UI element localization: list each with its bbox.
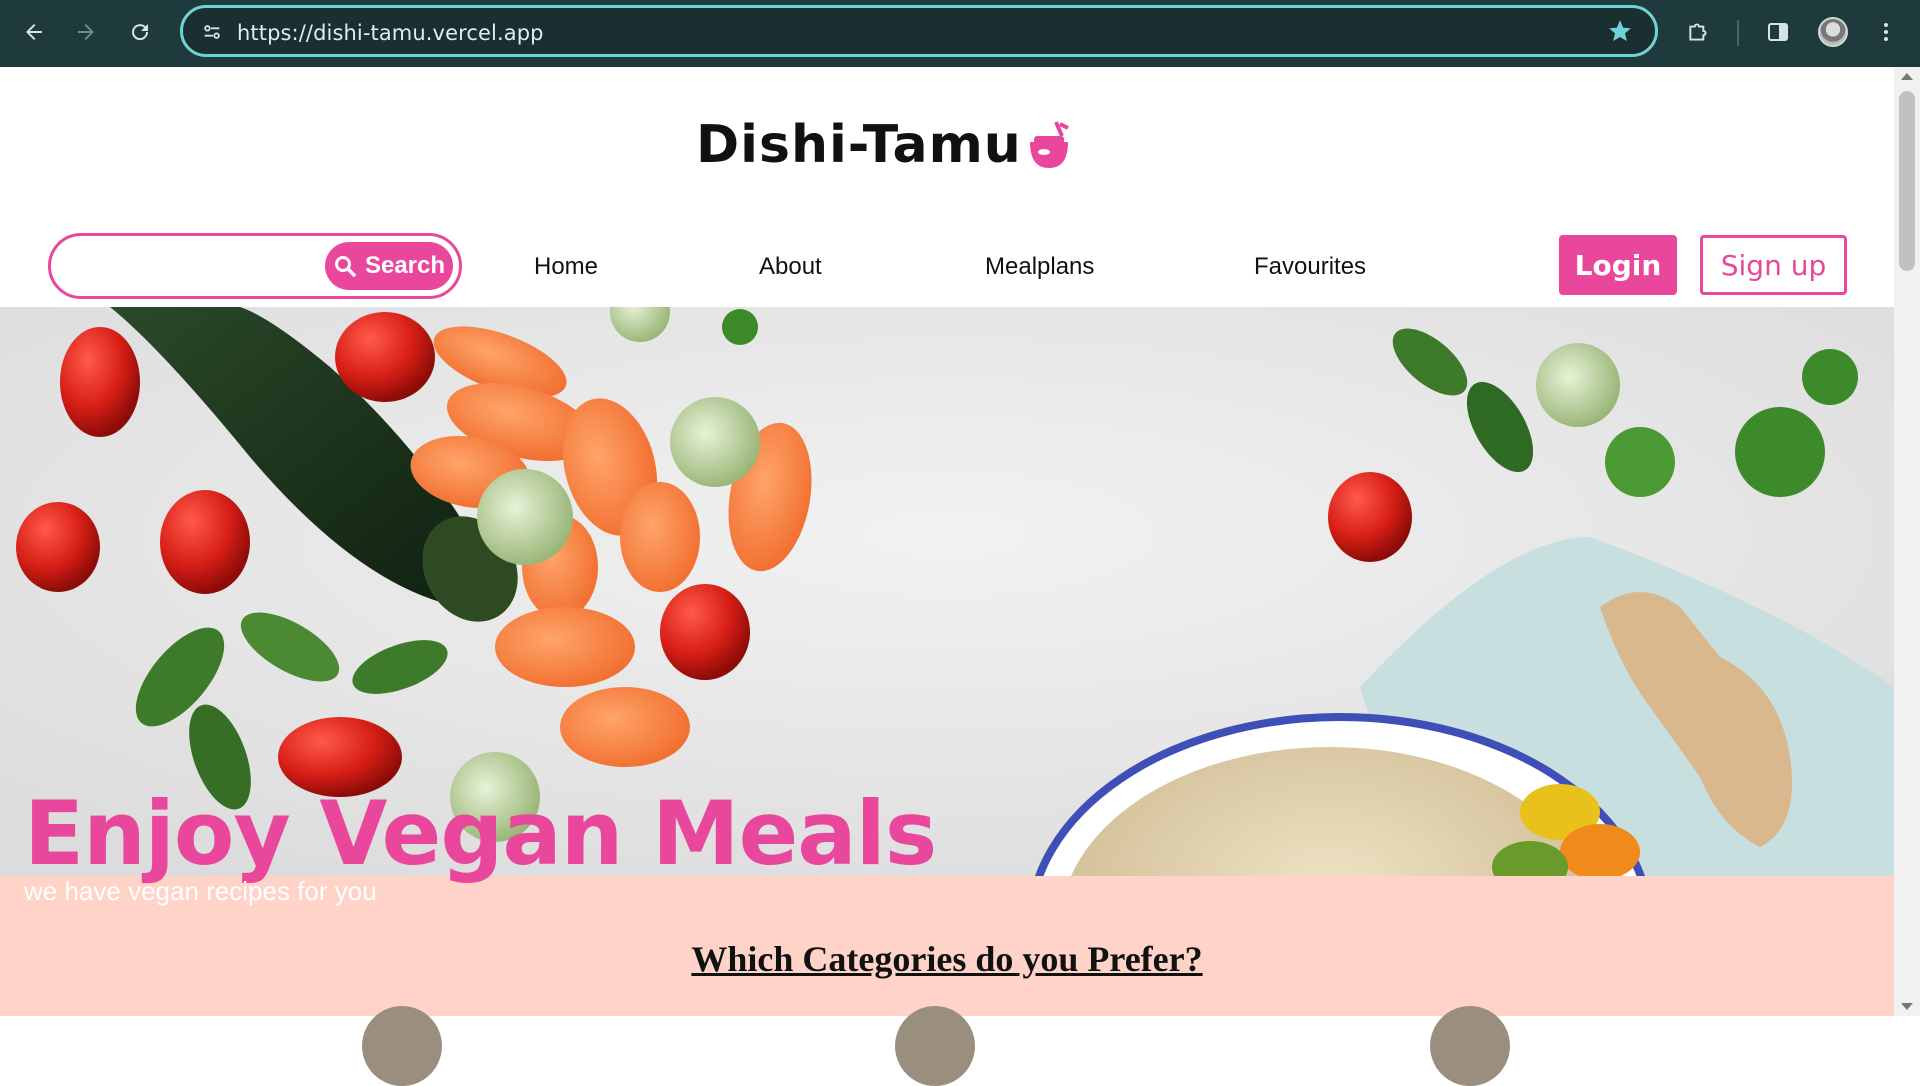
star-icon[interactable] (1607, 18, 1633, 44)
search-input[interactable] (71, 248, 301, 284)
back-button[interactable] (14, 14, 54, 50)
kebab-menu-icon (1884, 23, 1888, 41)
category-thumbnail[interactable] (895, 1006, 975, 1086)
search-button[interactable]: Search (325, 242, 453, 290)
arrow-left-icon (26, 24, 42, 40)
url-text[interactable]: https://dishi-tamu.vercel.app (237, 21, 544, 45)
search-icon (334, 256, 356, 277)
forward-button[interactable] (66, 14, 106, 50)
scrollbar-thumb[interactable] (1899, 91, 1915, 271)
profile-avatar[interactable] (1818, 17, 1848, 47)
reload-icon (132, 24, 149, 41)
side-panel-icon (1768, 23, 1788, 41)
puzzle-icon (1689, 23, 1707, 41)
side-panel-button[interactable] (1760, 14, 1796, 50)
site-settings-icon[interactable] (201, 21, 223, 43)
scroll-up-arrow[interactable] (1901, 73, 1913, 80)
category-thumbnail[interactable] (1430, 1006, 1510, 1086)
signup-button[interactable]: Sign up (1700, 235, 1847, 295)
nav-home[interactable]: Home (534, 253, 598, 281)
search-bar: Search (48, 233, 462, 299)
site-logo[interactable]: Dishi-Tamu (696, 115, 1076, 175)
toolbar-divider (1737, 20, 1739, 46)
login-button[interactable]: Login (1559, 235, 1677, 295)
arrow-right-icon (78, 24, 94, 40)
address-bar[interactable]: https://dishi-tamu.vercel.app (180, 5, 1658, 57)
categories-title: Which Categories do you Prefer? (691, 939, 1203, 979)
browser-menu-button[interactable] (1868, 14, 1904, 50)
extensions-button[interactable] (1681, 14, 1717, 50)
takeaway-box-icon (1029, 121, 1069, 168)
category-thumbnail[interactable] (362, 1006, 442, 1086)
search-button-label: Search (364, 252, 446, 279)
nav-about[interactable]: About (759, 253, 822, 281)
scroll-down-arrow[interactable] (1901, 1003, 1913, 1010)
logo-text: Dishi-Tamu (696, 115, 1022, 175)
nav-favourites[interactable]: Favourites (1254, 253, 1366, 281)
browser-toolbar: https://dishi-tamu.vercel.app (0, 0, 1920, 67)
nav-mealplans[interactable]: Mealplans (985, 253, 1094, 281)
hero-title: Enjoy Vegan Meals (24, 782, 937, 885)
page-scrollbar[interactable] (1894, 67, 1920, 1016)
hero-subtitle: we have vegan recipes for you (24, 876, 377, 906)
reload-button[interactable] (120, 14, 160, 50)
